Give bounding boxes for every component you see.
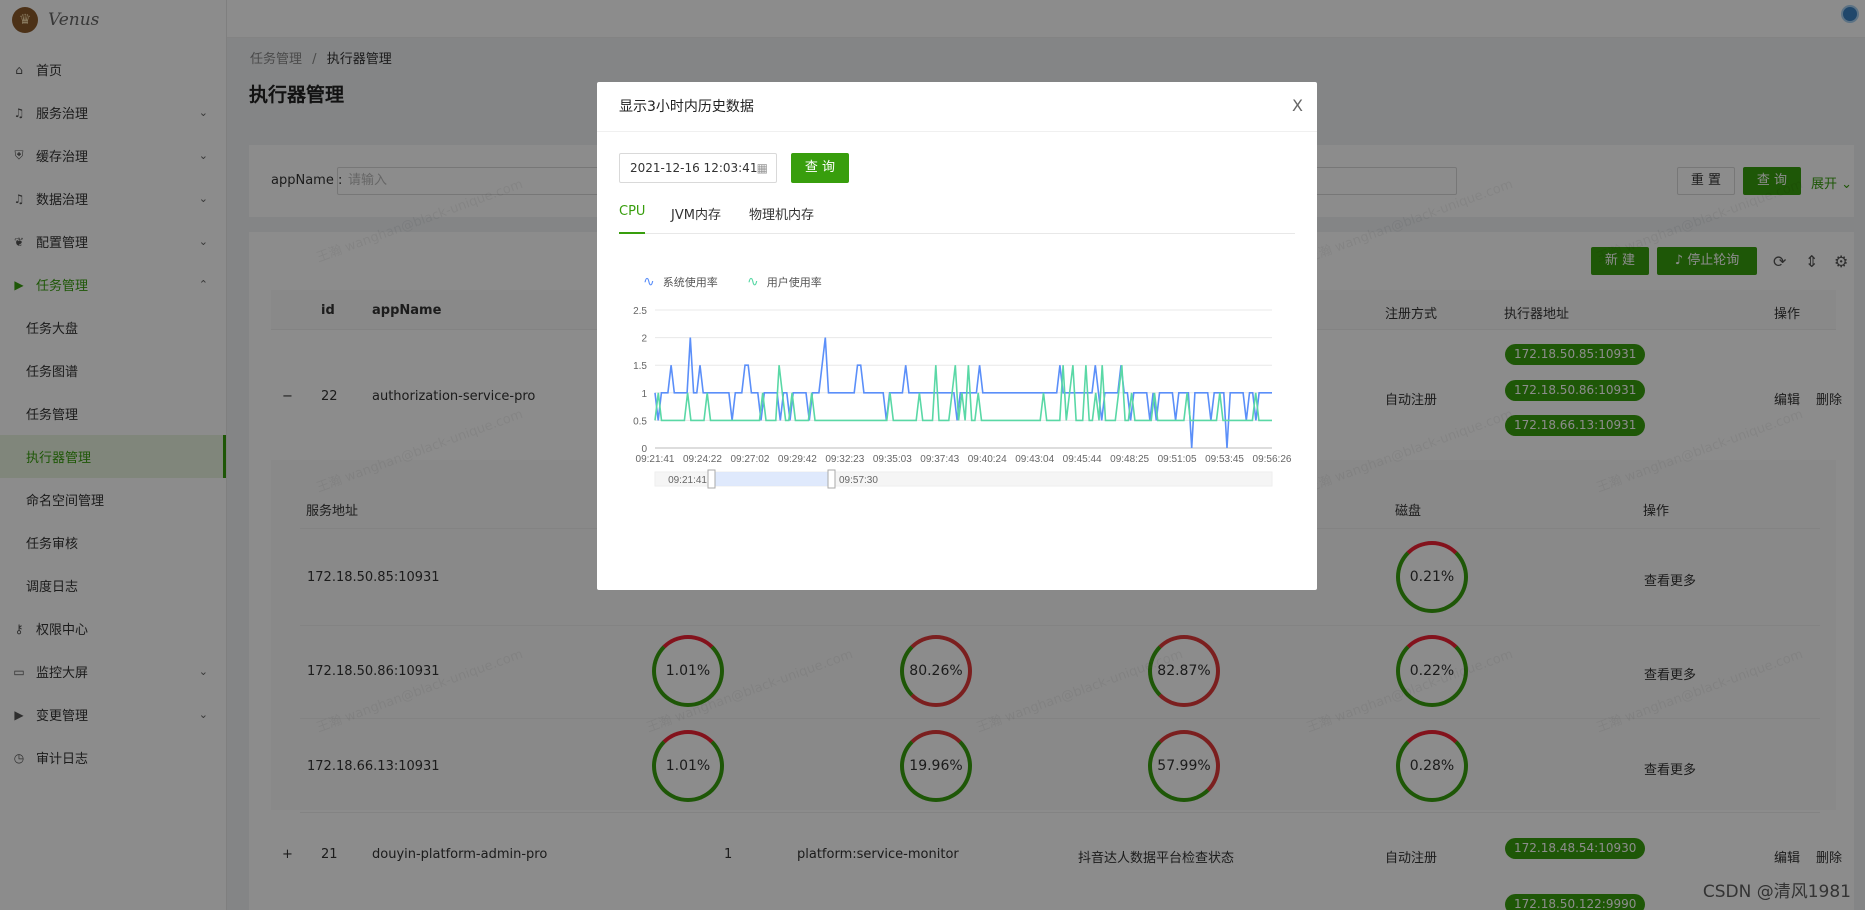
x-tick-label: 09:24:22 bbox=[683, 454, 722, 465]
close-icon[interactable]: X bbox=[1292, 96, 1303, 115]
x-tick-label: 09:32:23 bbox=[825, 454, 864, 465]
date-picker[interactable]: 2021-12-16 12:03:41 ▦ bbox=[619, 153, 777, 183]
x-tick-label: 09:53:45 bbox=[1205, 454, 1244, 465]
tab-physical-memory[interactable]: 物理机内存 bbox=[749, 204, 814, 234]
x-tick-label: 09:40:24 bbox=[968, 454, 1007, 465]
calendar-icon: ▦ bbox=[756, 161, 768, 175]
legend-line-icon: ∿ bbox=[643, 274, 655, 290]
legend-label: 用户使用率 bbox=[766, 276, 822, 289]
zoom-end-label: 09:57:30 bbox=[839, 475, 878, 486]
y-tick-label: 2 bbox=[641, 334, 647, 345]
metric-tabs: CPU JVM内存 物理机内存 bbox=[619, 202, 1295, 234]
tab-cpu[interactable]: CPU bbox=[619, 204, 646, 234]
y-tick-label: 1.5 bbox=[633, 361, 647, 372]
y-tick-label: 2.5 bbox=[633, 306, 647, 317]
cpu-line-chart[interactable]: 00.511.522.509:21:41 09:24:22 09:27:02 09:2… bbox=[597, 300, 1317, 570]
x-tick-label: 09:29:42 bbox=[778, 454, 817, 465]
zoom-start-label: 09:21:41 bbox=[668, 475, 707, 486]
zoom-handle-left bbox=[707, 469, 716, 489]
legend-user[interactable]: ∿ 用户使用率 bbox=[747, 274, 822, 290]
modal-query-button[interactable]: 查 询 bbox=[791, 153, 849, 183]
tab-jvm[interactable]: JVM内存 bbox=[671, 204, 721, 234]
legend-line-icon: ∿ bbox=[747, 274, 759, 290]
zoom-handle-right bbox=[827, 469, 836, 489]
x-tick-label: 09:21:41 bbox=[636, 454, 675, 465]
x-tick-label: 09:27:02 bbox=[730, 454, 769, 465]
history-modal: 显示3小时内历史数据 X 2021-12-16 12:03:41 ▦ 查 询 C… bbox=[597, 82, 1317, 590]
x-tick-label: 09:43:04 bbox=[1015, 454, 1054, 465]
zoom-window bbox=[711, 472, 831, 486]
x-tick-label: 09:56:26 bbox=[1253, 454, 1292, 465]
y-tick-label: 0.5 bbox=[633, 416, 647, 427]
csdn-watermark: CSDN @清风1981 bbox=[1702, 882, 1851, 902]
x-tick-label: 09:45:44 bbox=[1063, 454, 1102, 465]
x-tick-label: 09:48:25 bbox=[1110, 454, 1149, 465]
y-tick-label: 1 bbox=[641, 389, 647, 400]
x-tick-label: 09:37:43 bbox=[920, 454, 959, 465]
legend-label: 系统使用率 bbox=[662, 276, 718, 289]
date-value: 2021-12-16 12:03:41 bbox=[630, 161, 758, 175]
x-tick-label: 09:51:05 bbox=[1158, 454, 1197, 465]
x-tick-label: 09:35:03 bbox=[873, 454, 912, 465]
modal-title: 显示3小时内历史数据 bbox=[597, 82, 1317, 132]
legend-system[interactable]: ∿ 系统使用率 bbox=[643, 274, 718, 290]
